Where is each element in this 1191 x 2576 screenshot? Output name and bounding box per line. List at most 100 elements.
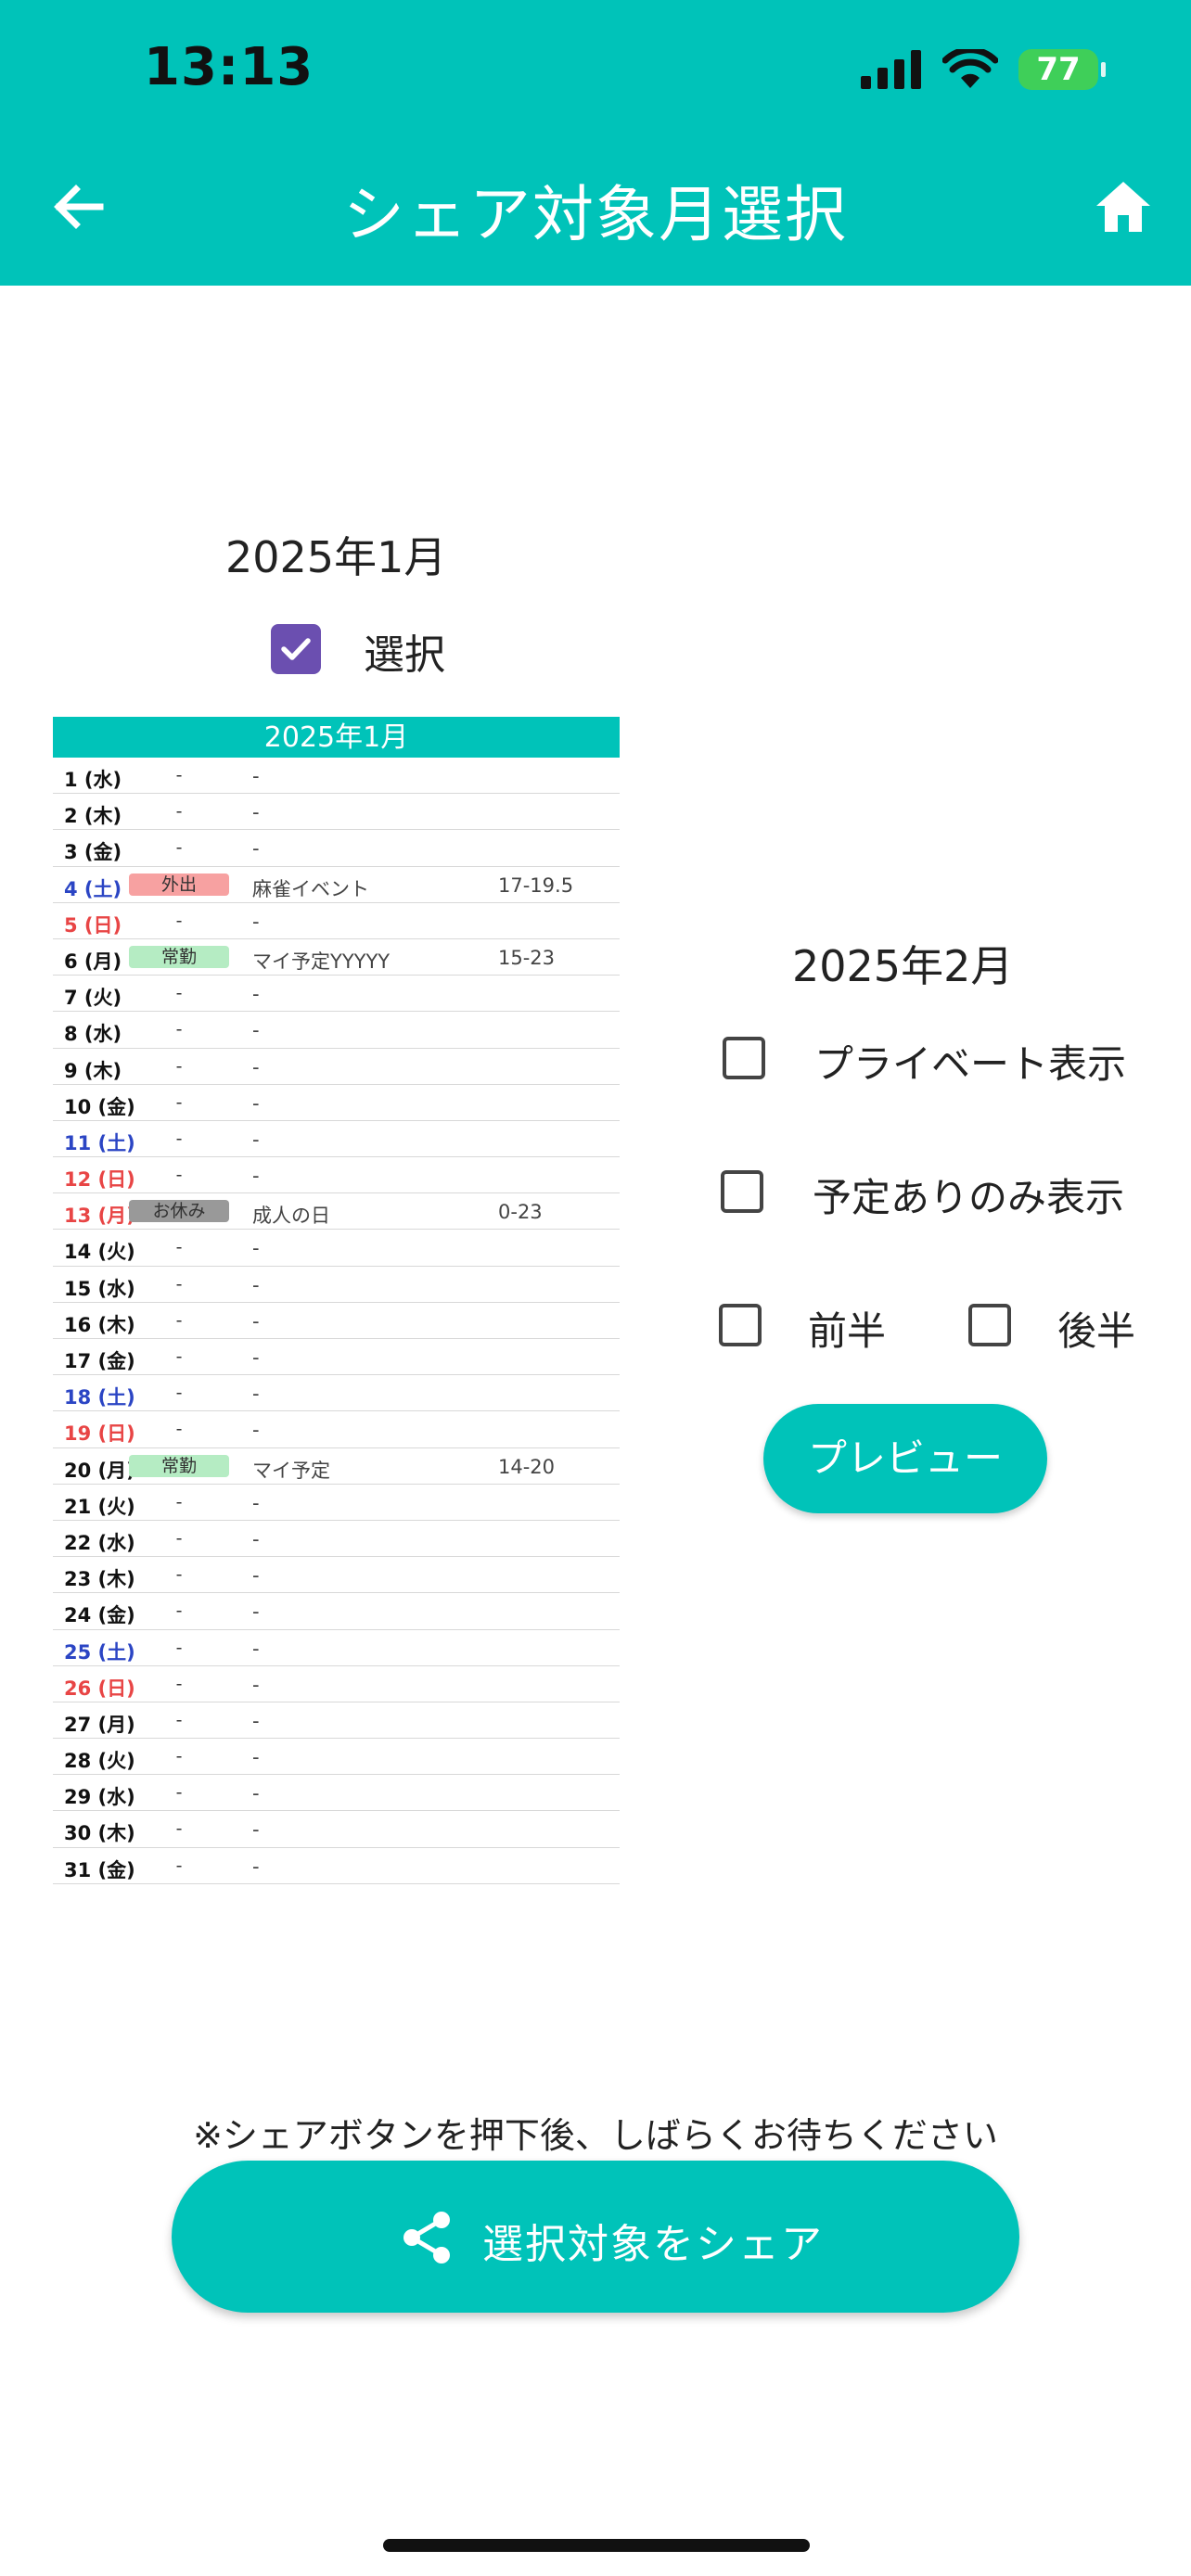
share-icon [403,2212,450,2264]
checkmark-icon [281,638,311,660]
calendar-row: 29 (水) - - [53,1775,620,1812]
status-time: 13:13 [144,37,314,97]
calendar-row: 12 (日) - - [53,1157,620,1194]
calendar-description: - [252,983,260,1006]
calendar-tag: - [175,910,183,931]
january-heading: 2025年1月 [225,532,447,582]
calendar-day: 2 (木) [64,805,122,828]
calendar-row: 3 (金) - - [53,830,620,867]
calendar-time: 17-19.5 [498,874,574,897]
calendar-tag: - [175,1165,183,1186]
calendar-row: 17 (金) - - [53,1339,620,1376]
calendar-day: 19 (日) [64,1422,135,1446]
share-notice: ※シェアボタンを押下後、しばらくお待ちください [193,2115,998,2156]
calendar-description: - [252,1055,260,1078]
calendar-day: 7 (火) [64,987,122,1010]
calendar-day: 14 (火) [64,1241,135,1264]
private-display-checkbox[interactable] [723,1037,765,1079]
calendar-description: - [252,1273,260,1296]
calendar-row: 11 (土) - - [53,1121,620,1158]
calendar-description: 成人の日 [252,1205,330,1228]
calendar-row: 4 (土) 外出 麻雀イベント 17-19.5 [53,867,620,903]
calendar-tag: - [175,765,183,785]
calendar-description: - [252,1419,260,1442]
calendar-day: 24 (金) [64,1604,135,1627]
calendar-description: - [252,1383,260,1406]
calendar-tag: 外出 [129,873,229,896]
calendar-tag: - [175,1346,183,1367]
calendar-description: マイ予定YYYYY [252,950,391,973]
calendar-time: 0-23 [498,1201,543,1224]
calendar-day: 29 (水) [64,1786,135,1809]
calendar-description: - [252,1091,260,1115]
calendar-row: 5 (日) - - [53,903,620,939]
calendar-day: 8 (水) [64,1023,122,1046]
share-button[interactable]: 選択対象をシェア [172,2161,1019,2313]
calendar-description: - [252,1527,260,1550]
calendar-tag: - [175,837,183,859]
calendar-day: 18 (土) [64,1386,135,1409]
calendar-day: 31 (金) [64,1858,135,1881]
calendar-day: 12 (日) [64,1168,135,1192]
home-icon[interactable] [1093,176,1154,237]
calendar-tag: - [175,1019,183,1040]
calendar-day: 30 (木) [64,1822,135,1845]
calendar-tag: - [175,1491,183,1512]
page-title: シェア対象月選択 [343,179,848,250]
calendar-description: - [252,1746,260,1769]
calendar-tag: - [175,1237,183,1258]
scheduled-only-checkbox[interactable] [721,1170,763,1213]
calendar-day: 26 (日) [64,1677,135,1700]
january-select-checkbox[interactable] [271,624,321,674]
calendar-description: マイ予定 [252,1459,330,1482]
calendar-day: 22 (水) [64,1531,135,1554]
calendar-description: - [252,1637,260,1660]
january-select-label: 選択 [364,631,445,679]
status-icons: 77 [861,46,1106,93]
calendar-tag: - [175,1746,183,1767]
calendar-description: - [252,1782,260,1805]
second-half-checkbox[interactable] [968,1304,1011,1346]
calendar-day: 13 (月) [64,1205,135,1228]
battery-level: 77 [1036,51,1081,88]
wifi-icon [942,49,998,88]
preview-button[interactable]: プレビュー [763,1404,1047,1513]
calendar-row: 6 (月) 常勤 マイ予定YYYYY 15-23 [53,939,620,976]
calendar-tag: - [175,1673,183,1694]
first-half-checkbox[interactable] [719,1304,762,1346]
calendar-description: - [252,1346,260,1369]
calendar-description: - [252,765,260,787]
calendar-row: 1 (水) - - [53,758,620,795]
calendar-row: 13 (月) お休み 成人の日 0-23 [53,1193,620,1231]
calendar-description: - [252,1165,260,1188]
calendar-tag: - [175,1782,183,1804]
calendar-tag: - [175,1709,183,1730]
calendar-tag: - [175,1128,183,1149]
calendar-tag: - [175,1527,183,1549]
calendar-tag: - [175,1055,183,1077]
calendar-row: 21 (火) - - [53,1485,620,1521]
calendar-description: - [252,1673,260,1696]
calendar-day: 25 (土) [64,1640,135,1664]
calendar-day: 23 (木) [64,1568,135,1591]
calendar-day: 4 (土) [64,877,122,900]
signal-icon [861,50,921,89]
calendar-description: - [252,1237,260,1260]
calendar-day: 11 (土) [64,1131,135,1154]
calendar-row: 14 (火) - - [53,1230,620,1267]
calendar-row: 27 (月) - - [53,1702,620,1740]
calendar-description: - [252,1564,260,1588]
calendar-day: 16 (木) [64,1313,135,1336]
calendar-tag: - [175,1855,183,1876]
first-half-label: 前半 [808,1308,887,1354]
calendar-description: - [252,837,260,861]
calendar-day: 28 (火) [64,1750,135,1773]
calendar-row: 25 (土) - - [53,1630,620,1666]
share-button-label: 選択対象をシェア [482,2221,824,2268]
calendar-description: - [252,801,260,824]
calendar-row: 30 (木) - - [53,1811,620,1848]
calendar-row: 15 (水) - - [53,1267,620,1303]
calendar-tag: - [175,1637,183,1658]
calendar-description: - [252,1491,260,1514]
calendar-day: 10 (金) [64,1095,135,1118]
